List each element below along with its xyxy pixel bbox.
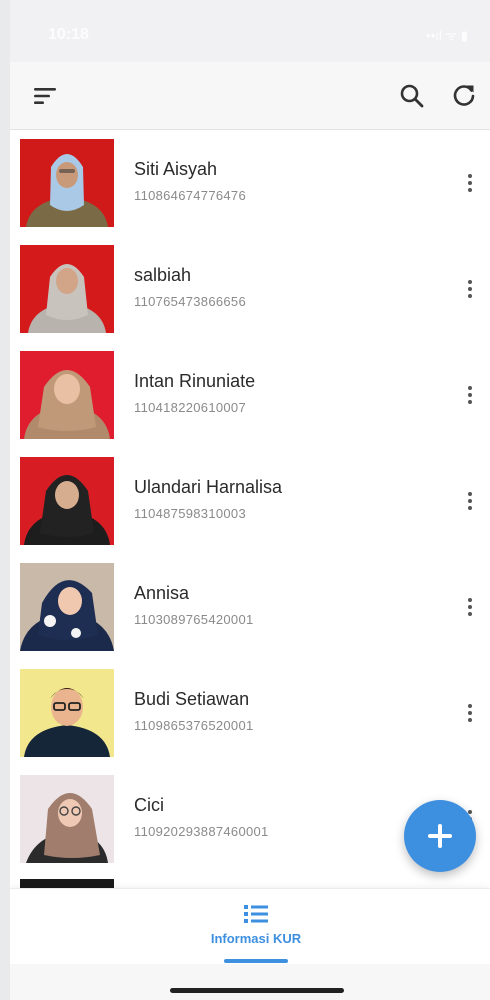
nav-label: Informasi KUR — [210, 931, 302, 946]
avatar — [20, 669, 114, 757]
filter-list-icon — [34, 88, 56, 104]
plus-icon — [428, 824, 452, 848]
list-item[interactable]: salbiah 110765473866656 — [10, 237, 490, 343]
list-item[interactable]: Budi Setiawan 1109865376520001 — [10, 661, 490, 767]
more-options-button[interactable] — [458, 275, 482, 303]
status-bar: 10:18 ••ıl ᯤ ▮ — [10, 0, 490, 62]
contact-id: 110920293887460001 — [134, 824, 269, 839]
avatar — [20, 245, 114, 333]
contact-name: Cici — [134, 795, 164, 815]
avatar — [20, 775, 114, 863]
contact-name: Annisa — [134, 583, 190, 603]
home-area — [10, 964, 490, 1000]
contact-name: Budi Setiawan — [134, 689, 250, 709]
search-button[interactable] — [392, 76, 432, 116]
more-options-button[interactable] — [458, 169, 482, 197]
list-item[interactable]: Ulandari Harnalisa 110487598310003 — [10, 449, 490, 555]
search-icon — [400, 84, 424, 108]
more-vert-icon — [468, 492, 472, 496]
list-icon — [244, 905, 268, 923]
list-item[interactable]: Siti Aisyah 110864674776476 — [10, 131, 490, 237]
contact-id: 110487598310003 — [134, 506, 246, 521]
avatar — [20, 351, 114, 439]
phone-screen: 10:18 ••ıl ᯤ ▮ Siti Aisyah 1108646747764… — [10, 0, 490, 1000]
contact-id: 110765473866656 — [134, 294, 246, 309]
list-item[interactable]: Annisa 1103089765420001 — [10, 555, 490, 661]
more-vert-icon — [468, 386, 472, 390]
more-vert-icon — [468, 280, 472, 284]
contact-name: Ulandari Harnalisa — [134, 477, 283, 497]
contact-id: 110864674776476 — [134, 188, 246, 203]
contact-list: Siti Aisyah 110864674776476 salbiah 1107… — [10, 131, 490, 891]
nav-item-informasi-kur[interactable]: Informasi KUR — [200, 903, 312, 963]
more-vert-icon — [468, 598, 472, 602]
app-bar — [10, 62, 490, 130]
more-vert-icon — [468, 174, 472, 178]
refresh-button[interactable] — [444, 76, 484, 116]
nav-active-indicator — [224, 959, 288, 963]
refresh-icon — [453, 85, 475, 106]
contact-name: salbiah — [134, 265, 192, 285]
contact-id: 1109865376520001 — [134, 718, 254, 733]
contact-name: Siti Aisyah — [134, 159, 218, 179]
avatar — [20, 457, 114, 545]
bottom-navigation: Informasi KUR — [10, 888, 490, 964]
filter-menu-button[interactable] — [26, 76, 66, 116]
avatar — [20, 563, 114, 651]
contact-id: 1103089765420001 — [134, 612, 254, 627]
more-options-button[interactable] — [458, 699, 482, 727]
home-indicator[interactable] — [170, 988, 344, 993]
more-options-button[interactable] — [458, 381, 482, 409]
avatar — [20, 139, 114, 227]
contact-name: Intan Rinuniate — [134, 371, 256, 391]
more-vert-icon — [468, 704, 472, 708]
more-options-button[interactable] — [458, 593, 482, 621]
list-item[interactable]: Intan Rinuniate 110418220610007 — [10, 343, 490, 449]
status-icons: ••ıl ᯤ ▮ — [426, 28, 468, 43]
contact-id: 110418220610007 — [134, 400, 246, 415]
add-contact-button[interactable] — [404, 800, 476, 872]
status-time: 10:18 — [48, 26, 89, 43]
more-options-button[interactable] — [458, 487, 482, 515]
